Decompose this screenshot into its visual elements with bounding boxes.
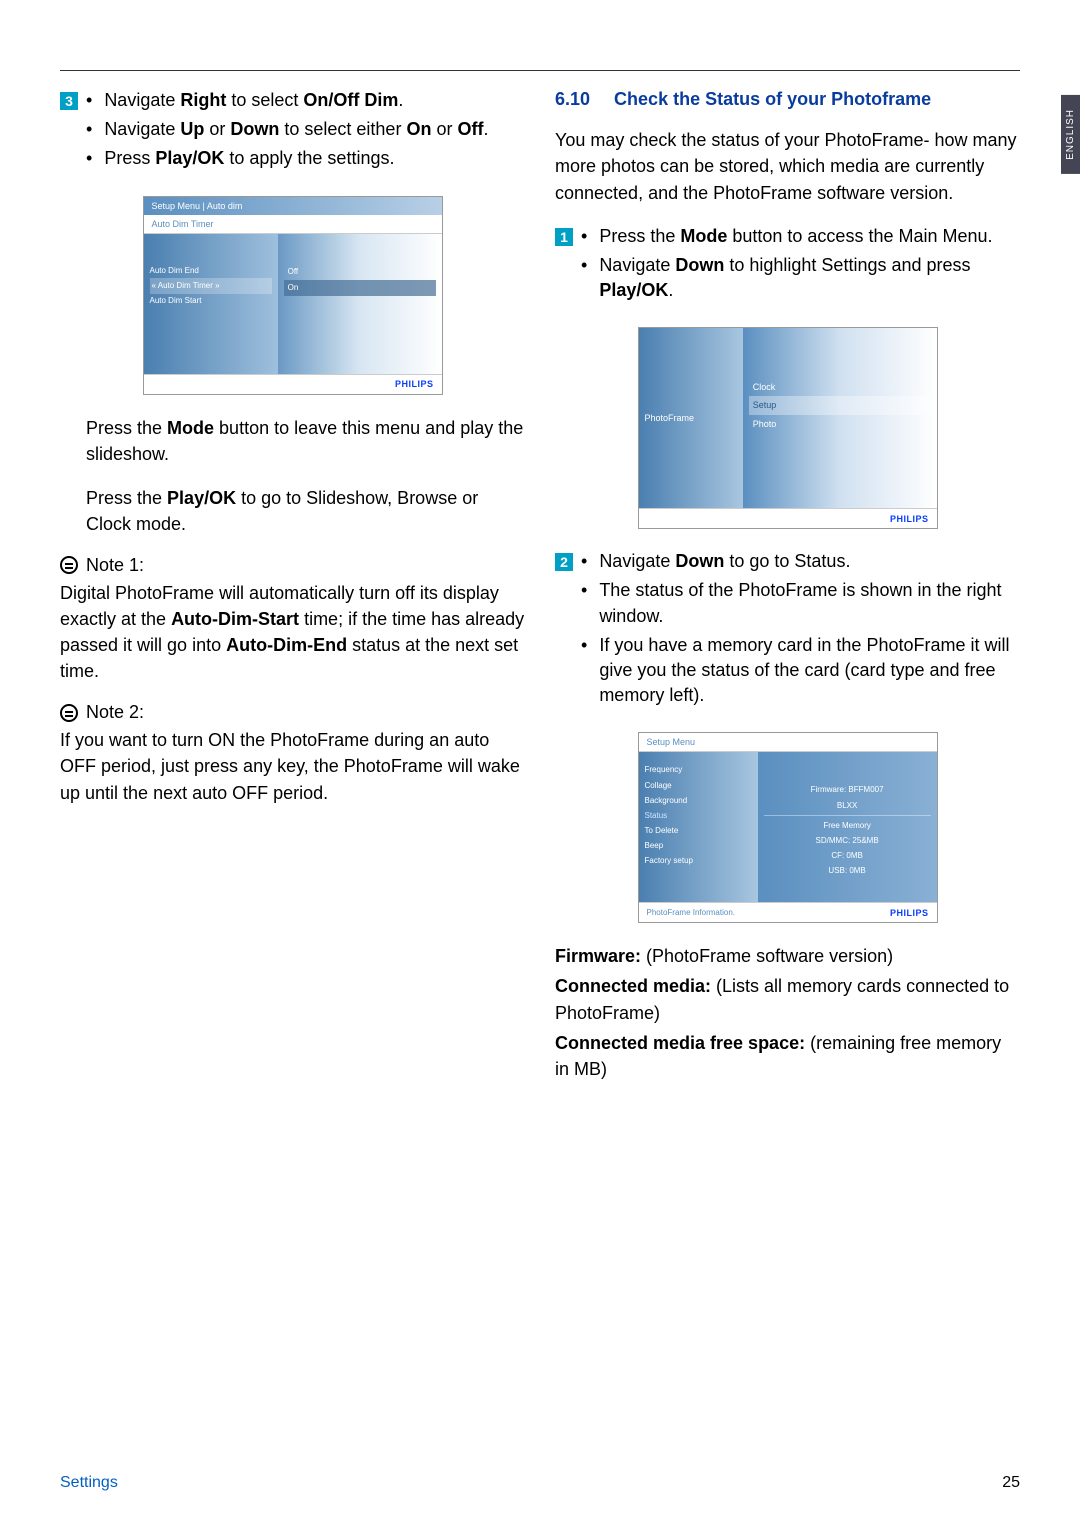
after-ss1-p1: Press the Mode button to leave this menu… [60,415,525,467]
defs-2: Connected media: (Lists all memory cards… [555,973,1020,1025]
philips-logo: PHILIPS [890,908,929,918]
step2-line: The status of the PhotoFrame is shown in… [581,578,1020,628]
step-1: 1 Press the Mode button to access the Ma… [555,224,1020,308]
page-footer: Settings 25 [60,1474,1020,1492]
note-1-body: Digital PhotoFrame will automatically tu… [60,580,525,684]
step3-line: Navigate Right to select On/Off Dim. [86,88,525,113]
screenshot-auto-dim: Setup Menu | Auto dim Auto Dim Timer Aut… [143,196,443,395]
step-2: 2 Navigate Down to go to Status. The sta… [555,549,1020,712]
note-icon [60,704,78,722]
defs-3: Connected media free space: (remaining f… [555,1030,1020,1082]
philips-logo: PHILIPS [890,514,929,524]
ss3-right: Firmware: BFFM007 BLXX Free Memory SD/MM… [758,752,937,902]
step3-line: Navigate Up or Down to select either On … [86,117,525,142]
ss1-sub: Auto Dim Timer [144,215,442,234]
philips-logo: PHILIPS [395,379,434,389]
defs-1: Firmware: (PhotoFrame software version) [555,943,1020,969]
note-icon [60,556,78,574]
ss2-left: PhotoFrame [639,328,743,508]
step1-line: Press the Mode button to access the Main… [581,224,1020,249]
step2-line: If you have a memory card in the PhotoFr… [581,633,1020,709]
after-ss1-p2: Press the Play/OK to go to Slideshow, Br… [60,485,525,537]
screenshot-main-menu: PhotoFrame Clock Setup Photo PHILIPS [638,327,938,529]
ss3-left: Frequency Collage Background Status To D… [639,752,758,902]
section-heading: 6.10 Check the Status of your Photoframe [555,88,1020,111]
note-2-body: If you want to turn ON the PhotoFrame du… [60,727,525,805]
left-column: 3 Navigate Right to select On/Off Dim. N… [60,88,525,1082]
ss3-footer-text: PhotoFrame Information. [647,908,735,917]
step2-line: Navigate Down to go to Status. [581,549,1020,574]
step-1-badge: 1 [555,228,573,246]
note-2-header: Note 2: [60,702,525,723]
ss2-mid: Clock Setup Photo [743,328,937,508]
step1-line: Navigate Down to highlight Settings and … [581,253,1020,303]
ss1-left-pane: Auto Dim End « Auto Dim Timer » Auto Dim… [144,234,278,374]
ss1-right-pane: Off On [278,234,442,374]
note-1-header: Note 1: [60,555,525,576]
right-column: 6.10 Check the Status of your Photoframe… [555,88,1020,1082]
step-2-badge: 2 [555,553,573,571]
screenshot-status: Setup Menu Frequency Collage Background … [638,732,938,923]
step-3: 3 Navigate Right to select On/Off Dim. N… [60,88,525,176]
ss3-header: Setup Menu [639,733,937,752]
top-rule [60,70,1020,71]
step-3-badge: 3 [60,92,78,110]
footer-section: Settings [60,1474,118,1492]
ss1-header: Setup Menu | Auto dim [144,197,442,215]
page-number: 25 [1002,1474,1020,1492]
step3-line: Press Play/OK to apply the settings. [86,146,525,171]
section-intro: You may check the status of your PhotoFr… [555,127,1020,205]
language-tab: ENGLISH [1061,95,1080,174]
